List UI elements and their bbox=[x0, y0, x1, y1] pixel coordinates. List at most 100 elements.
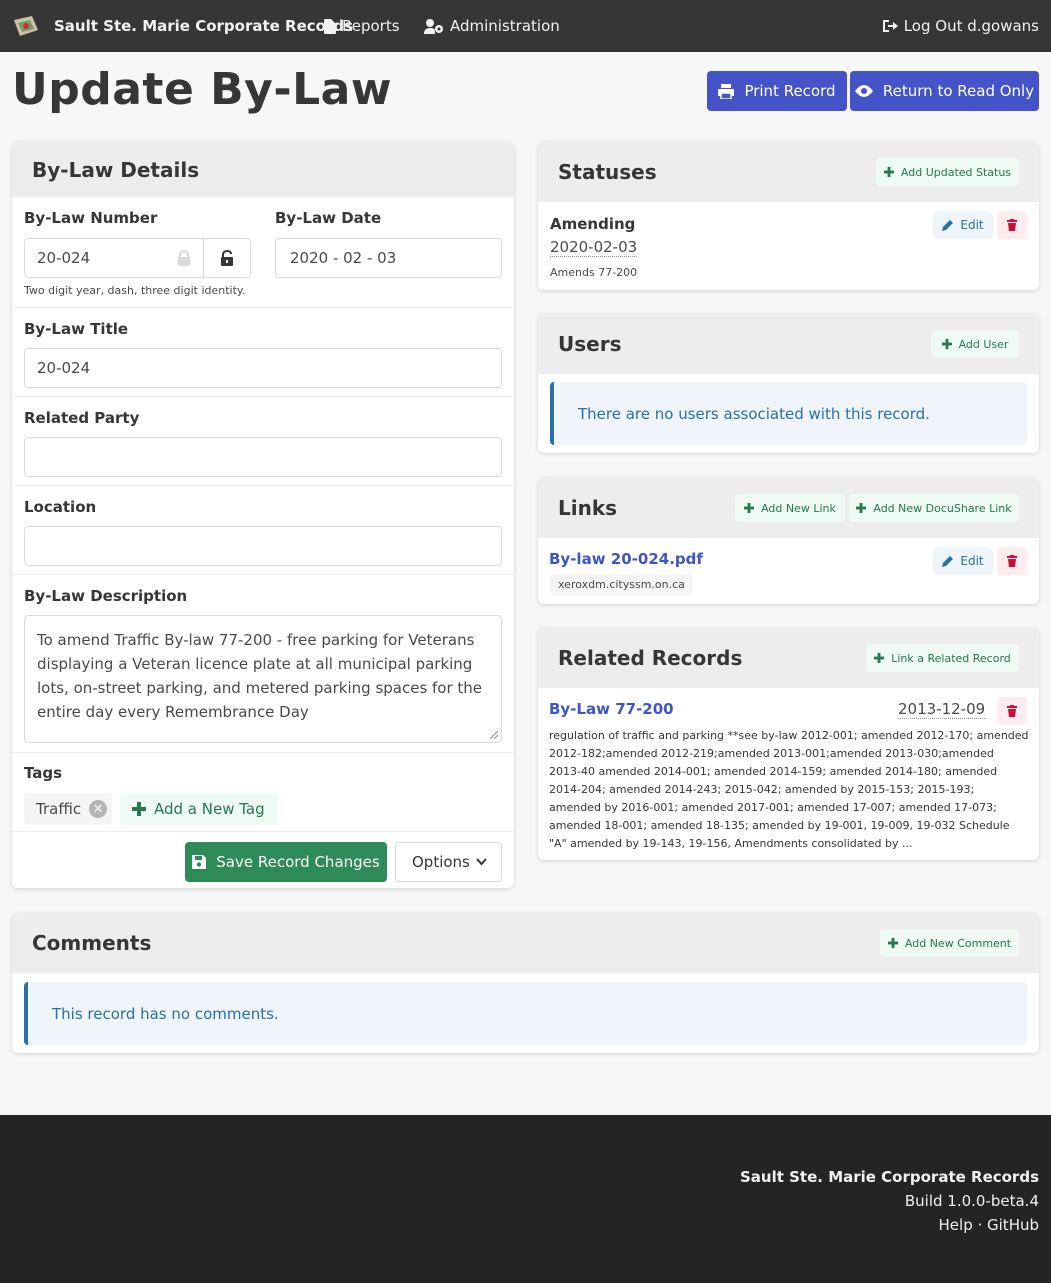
divider bbox=[12, 485, 514, 486]
add-link-label: Add New Link bbox=[761, 501, 836, 515]
lock-icon bbox=[178, 250, 190, 266]
add-status-label: Add Updated Status bbox=[900, 165, 1012, 179]
panel-title: By-Law Details bbox=[32, 158, 200, 182]
divider bbox=[12, 307, 514, 308]
bylaw-description-textarea[interactable]: To amend Traffic By-law 77-200 - free pa… bbox=[24, 615, 502, 743]
nav-logout[interactable]: Log Out d.gowans bbox=[882, 0, 1039, 52]
plus-icon bbox=[874, 653, 885, 663]
tags-label: Tags bbox=[24, 764, 63, 782]
bylaw-details-panel: By-Law Details By-Law Number 20-024 Two … bbox=[12, 142, 514, 888]
users-panel: Users Add User There are no users associ… bbox=[538, 314, 1039, 453]
remove-tag-icon[interactable]: ✕ bbox=[89, 800, 108, 818]
panel-title: Statuses bbox=[558, 160, 657, 184]
brand-link[interactable]: Sault Ste. Marie Corporate Records bbox=[12, 0, 353, 52]
panel-header: Users Add User bbox=[538, 314, 1039, 374]
trash-icon bbox=[1007, 705, 1017, 717]
related-party-label: Related Party bbox=[24, 409, 140, 427]
trash-icon bbox=[1007, 555, 1017, 567]
save-record-label: Save Record Changes bbox=[216, 853, 380, 871]
edit-status-label: Edit bbox=[960, 218, 984, 232]
panel-title: Users bbox=[558, 332, 622, 356]
bylaw-number-value: 20-024 bbox=[37, 249, 91, 267]
plus-icon bbox=[883, 167, 894, 177]
status-note: Amends 77-200 bbox=[550, 266, 638, 279]
edit-status-button[interactable]: Edit bbox=[933, 211, 993, 239]
divider bbox=[12, 574, 514, 575]
tag-label: Traffic bbox=[36, 800, 82, 818]
add-link-button[interactable]: Add New Link bbox=[735, 494, 845, 522]
divider bbox=[12, 396, 514, 397]
panel-header: By-Law Details bbox=[12, 142, 514, 197]
bylaw-description-label: By-Law Description bbox=[24, 587, 188, 605]
status-date: 2020-02-03 bbox=[550, 238, 638, 257]
trash-icon bbox=[1007, 219, 1017, 231]
add-tag-button[interactable]: Add a New Tag bbox=[120, 793, 277, 825]
divider bbox=[12, 752, 514, 753]
footer-app-name: Sault Ste. Marie Corporate Records bbox=[739, 1168, 1039, 1186]
resize-handle-icon bbox=[489, 730, 499, 740]
bylaw-title-label: By-Law Title bbox=[24, 320, 129, 338]
related-record-name[interactable]: By-Law 77-200 bbox=[549, 700, 674, 718]
pencil-icon bbox=[942, 556, 954, 567]
sign-out-icon bbox=[882, 20, 898, 32]
nav-administration-label: Administration bbox=[450, 17, 560, 35]
save-icon bbox=[192, 855, 207, 869]
location-input[interactable] bbox=[24, 526, 502, 566]
location-label: Location bbox=[24, 498, 97, 516]
related-party-input[interactable] bbox=[24, 437, 502, 477]
return-read-only-button[interactable]: Return to Read Only bbox=[850, 71, 1039, 111]
plus-icon bbox=[856, 503, 867, 513]
bylaw-number-input[interactable]: 20-024 bbox=[24, 238, 204, 278]
links-panel: Links Add New Link Add New DocuShare Lin… bbox=[538, 478, 1039, 604]
delete-link-button[interactable] bbox=[997, 547, 1027, 575]
bylaw-number-label: By-Law Number bbox=[24, 209, 158, 227]
add-user-label: Add User bbox=[958, 337, 1009, 351]
link-name[interactable]: By-law 20-024.pdf bbox=[549, 550, 703, 568]
comments-empty-text: This record has no comments. bbox=[52, 1004, 279, 1023]
bylaw-date-input[interactable]: 2020 - 02 - 03 bbox=[275, 238, 502, 278]
add-comment-button[interactable]: Add New Comment bbox=[880, 929, 1019, 957]
plus-icon bbox=[744, 503, 755, 513]
panel-header: Related Records Link a Related Record bbox=[538, 628, 1039, 688]
panel-title: Related Records bbox=[558, 646, 743, 670]
page-footer: Sault Ste. Marie Corporate Records Build… bbox=[0, 1115, 1051, 1283]
add-docushare-link-label: Add New DocuShare Link bbox=[873, 501, 1012, 515]
add-user-button[interactable]: Add User bbox=[931, 330, 1019, 358]
nav-administration[interactable]: Administration bbox=[424, 0, 560, 52]
options-dropdown-button[interactable]: Options bbox=[395, 842, 502, 882]
link-host: xeroxdm.cityssm.on.ca bbox=[558, 578, 685, 591]
related-record-date: 2013-12-09 bbox=[898, 700, 986, 719]
panel-header: Links Add New Link Add New DocuShare Lin… bbox=[538, 478, 1039, 538]
panel-title: Comments bbox=[32, 931, 152, 955]
add-comment-label: Add New Comment bbox=[904, 936, 1012, 950]
options-label: Options bbox=[412, 853, 470, 871]
delete-status-button[interactable] bbox=[997, 211, 1027, 239]
print-icon bbox=[718, 83, 735, 99]
add-tag-label: Add a New Tag bbox=[154, 800, 265, 818]
add-docushare-link-button[interactable]: Add New DocuShare Link bbox=[849, 494, 1019, 522]
footer-build: Build 1.0.0-beta.4 bbox=[904, 1192, 1039, 1210]
status-name: Amending bbox=[550, 215, 636, 233]
comments-empty-notice: This record has no comments. bbox=[24, 982, 1027, 1045]
bylaw-number-help: Two digit year, dash, three digit identi… bbox=[24, 284, 246, 297]
bylaw-date-label: By-Law Date bbox=[275, 209, 382, 227]
file-icon bbox=[324, 18, 336, 34]
link-related-record-button[interactable]: Link a Related Record bbox=[866, 644, 1019, 672]
comments-panel: Comments Add New Comment This record has… bbox=[12, 913, 1039, 1053]
add-status-button[interactable]: Add Updated Status bbox=[876, 158, 1019, 186]
bylaw-date-value: 2020 - 02 - 03 bbox=[290, 249, 397, 267]
print-record-button[interactable]: Print Record bbox=[707, 71, 847, 111]
unlink-related-record-button[interactable] bbox=[997, 697, 1027, 725]
bylaw-title-input[interactable]: 20-024 bbox=[24, 348, 502, 388]
nav-reports-label: Reports bbox=[342, 17, 400, 35]
related-record-description: regulation of traffic and parking **see … bbox=[549, 729, 1029, 850]
footer-links[interactable]: Help · GitHub bbox=[939, 1216, 1039, 1234]
tag-chip: Traffic ✕ bbox=[24, 793, 112, 825]
edit-link-button[interactable]: Edit bbox=[933, 547, 993, 575]
unlock-icon bbox=[221, 250, 233, 266]
edit-link-label: Edit bbox=[960, 554, 984, 568]
save-record-button[interactable]: Save Record Changes bbox=[185, 842, 387, 882]
unlock-button[interactable] bbox=[203, 238, 251, 278]
brand-title: Sault Ste. Marie Corporate Records bbox=[54, 17, 354, 35]
nav-reports[interactable]: Reports bbox=[324, 0, 400, 52]
